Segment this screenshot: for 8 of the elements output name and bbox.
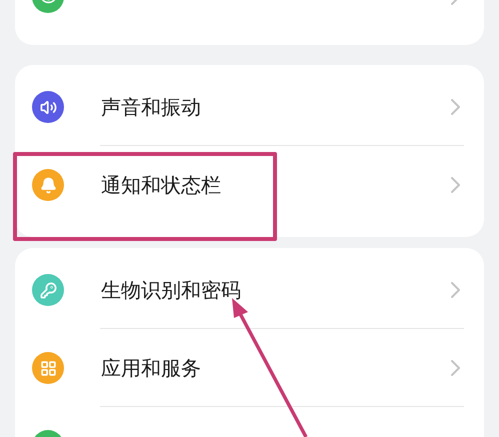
setting-label[interactable]: 应用和服务 (101, 353, 201, 383)
chevron-icon (451, 99, 460, 115)
chevron-icon (451, 282, 460, 298)
chevron-icon (451, 360, 460, 376)
chevron-icon (451, 177, 460, 193)
setting-label[interactable]: 声音和振动 (101, 92, 201, 122)
setting-label[interactable]: 通知和状态栏 (101, 170, 221, 200)
setting-label[interactable]: 生物识别和密码 (101, 275, 241, 305)
